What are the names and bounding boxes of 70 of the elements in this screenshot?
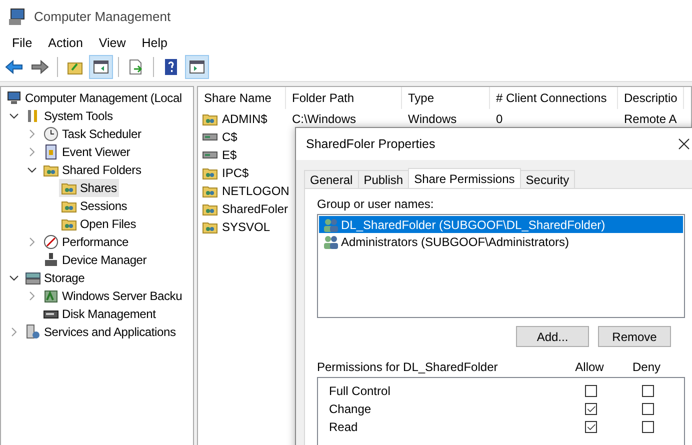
users-icon bbox=[323, 234, 339, 250]
menu-item[interactable]: File bbox=[4, 36, 40, 50]
dialog-button[interactable]: Add... bbox=[516, 326, 589, 347]
table-cell: NETLOGON bbox=[222, 184, 290, 198]
table-cell: Remote A bbox=[624, 112, 677, 126]
computer-management-icon bbox=[8, 8, 26, 26]
dialog-button[interactable]: Remove bbox=[598, 326, 671, 347]
user-list-item[interactable]: Administrators (SUBGOOF\Administrators) bbox=[319, 233, 683, 250]
menu-item[interactable]: Action bbox=[40, 36, 91, 50]
column-header[interactable]: Share Name bbox=[198, 87, 286, 109]
menu-item[interactable]: View bbox=[90, 36, 134, 50]
tree-item[interactable]: Computer Management (Local bbox=[4, 89, 184, 107]
tree-item[interactable]: Open Files bbox=[59, 215, 138, 233]
clock-icon bbox=[43, 126, 59, 142]
table-cell: ADMIN$ bbox=[222, 112, 268, 126]
action-pane-icon[interactable] bbox=[185, 55, 209, 79]
column-header[interactable]: # Client Connections bbox=[490, 87, 618, 109]
column-header[interactable]: Type bbox=[402, 87, 490, 109]
allow-checkbox[interactable] bbox=[584, 403, 596, 415]
table-cell: SYSVOL bbox=[222, 220, 270, 234]
table-cell: IPC$ bbox=[222, 166, 249, 180]
computer-icon bbox=[6, 90, 22, 106]
tree-item[interactable]: Storage bbox=[23, 269, 87, 287]
user-list-item[interactable]: DL_SharedFolder (SUBGOOF\DL_SharedFolder) bbox=[319, 216, 683, 233]
users-icon bbox=[323, 216, 339, 232]
group-label: Group or user names: bbox=[317, 197, 435, 211]
tree-item[interactable]: Device Manager bbox=[41, 251, 149, 269]
permissions-label: Permissions for DL_SharedFolder bbox=[317, 360, 499, 374]
menu-item[interactable]: Help bbox=[134, 36, 176, 50]
tab[interactable]: Security bbox=[520, 170, 576, 188]
table-cell: SharedFoler bbox=[222, 202, 288, 216]
table-cell: E$ bbox=[222, 148, 237, 162]
deny-checkbox[interactable] bbox=[642, 385, 654, 397]
tree-item[interactable]: Disk Management bbox=[41, 305, 158, 323]
services-icon bbox=[25, 324, 41, 340]
dialog-title: SharedFoler Properties bbox=[306, 137, 436, 151]
tab[interactable]: General bbox=[304, 170, 359, 188]
tree-item[interactable]: Shares bbox=[59, 179, 119, 197]
deny-checkbox[interactable] bbox=[642, 403, 654, 415]
permission-name: Read bbox=[328, 420, 359, 434]
table-cell: Windows bbox=[408, 112, 457, 126]
permission-name: Change bbox=[328, 402, 372, 416]
tree-item[interactable]: Performance bbox=[41, 233, 130, 251]
column-header: Deny bbox=[631, 360, 662, 374]
device-icon bbox=[43, 252, 59, 268]
table-cell: 0 bbox=[496, 112, 503, 126]
storage-icon bbox=[25, 270, 41, 286]
backup-icon bbox=[43, 288, 59, 304]
column-header[interactable]: Descriptio bbox=[618, 87, 684, 109]
tree-pane-icon[interactable] bbox=[89, 55, 113, 79]
tab[interactable]: Share Permissions bbox=[408, 168, 521, 188]
tree-item[interactable]: System Tools bbox=[23, 107, 115, 125]
permission-name: Full Control bbox=[328, 384, 392, 398]
window-title: Computer Management bbox=[34, 9, 171, 24]
tree-item[interactable]: Windows Server Backu bbox=[41, 287, 184, 305]
gauge-icon bbox=[43, 234, 59, 250]
column-header[interactable]: Folder Path bbox=[286, 87, 402, 109]
tree-item[interactable]: Event Viewer bbox=[41, 143, 132, 161]
allow-checkbox[interactable] bbox=[584, 421, 596, 433]
log-icon bbox=[43, 144, 59, 160]
close-icon[interactable] bbox=[678, 138, 690, 150]
allow-checkbox[interactable] bbox=[584, 385, 596, 397]
table-cell: C:\Windows bbox=[292, 112, 356, 126]
tree-item[interactable]: Sessions bbox=[59, 197, 130, 215]
tree-item[interactable]: Task Scheduler bbox=[41, 125, 144, 143]
column-header: Allow bbox=[574, 360, 605, 374]
deny-checkbox[interactable] bbox=[642, 421, 654, 433]
tree-item[interactable]: Services and Applications bbox=[23, 323, 178, 341]
table-cell: C$ bbox=[222, 130, 238, 144]
tree-item[interactable]: Shared Folders bbox=[41, 161, 144, 179]
